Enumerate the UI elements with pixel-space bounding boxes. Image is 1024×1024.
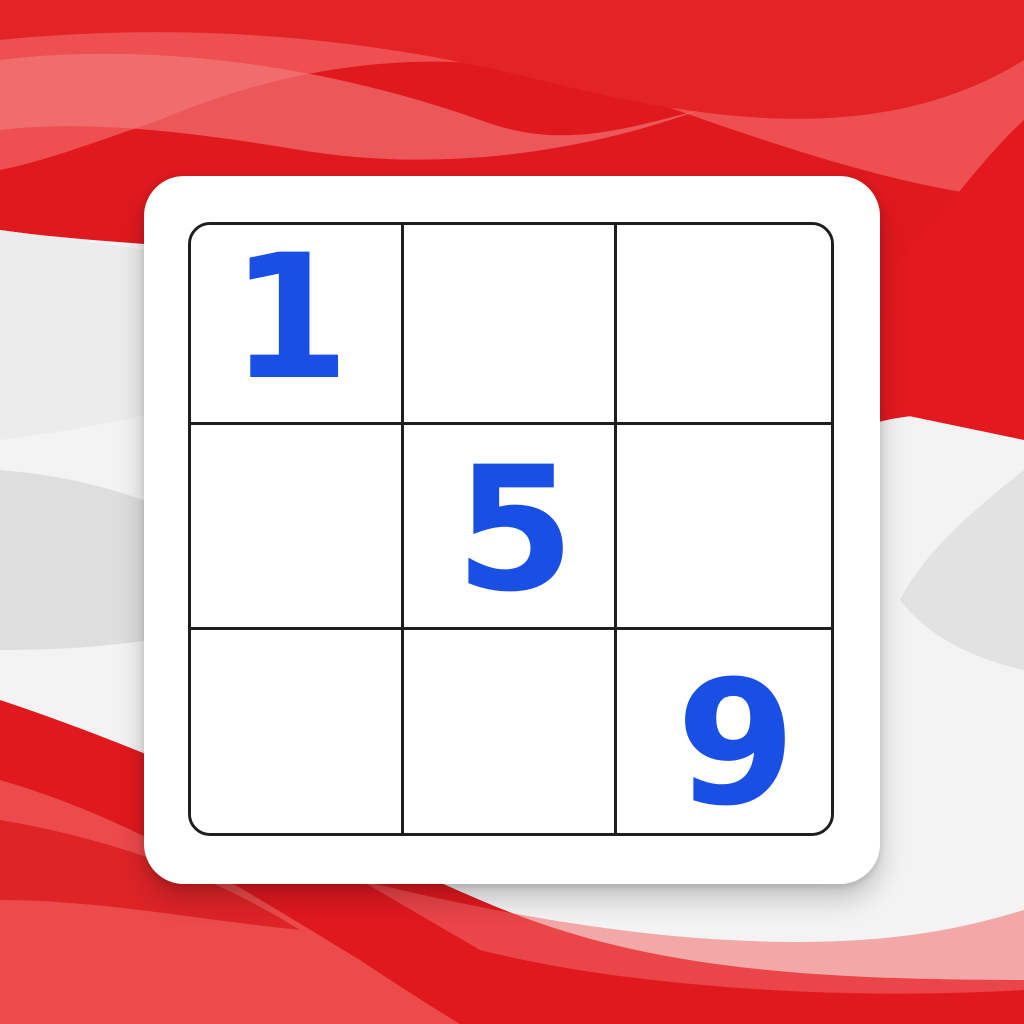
cell-r1-c2[interactable] xyxy=(404,225,617,425)
cell-digit: 9 xyxy=(676,642,796,836)
cell-r3-c1[interactable] xyxy=(191,630,404,833)
cell-digit: 1 xyxy=(230,222,350,418)
cell-r3-c3[interactable]: 9 xyxy=(617,630,831,833)
cell-r2-c1[interactable] xyxy=(191,425,404,630)
cell-r2-c3[interactable] xyxy=(617,425,831,630)
sudoku-grid: 1 5 9 xyxy=(188,222,834,836)
cell-r1-c1[interactable]: 1 xyxy=(191,225,404,425)
cell-r3-c2[interactable] xyxy=(404,630,617,833)
cell-r1-c3[interactable] xyxy=(617,225,831,425)
cell-digit: 5 xyxy=(455,429,575,630)
cell-r2-c2[interactable]: 5 xyxy=(404,425,617,630)
